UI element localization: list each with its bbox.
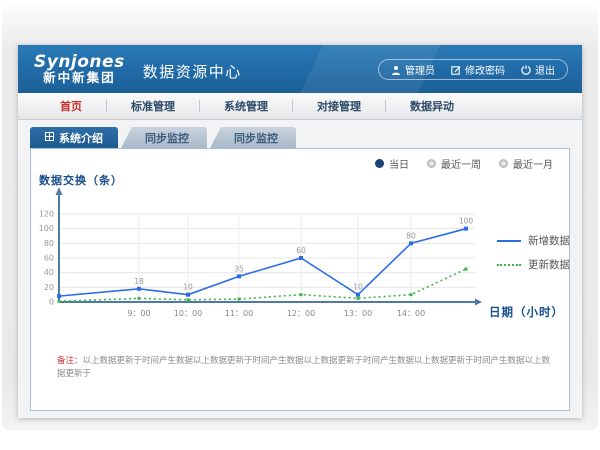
svg-text:35: 35	[234, 264, 244, 273]
nav-item-3[interactable]: 对接管理	[293, 98, 385, 114]
nav-item-4[interactable]: 数据异动	[386, 98, 478, 114]
legend-item-0: 新增数据	[497, 233, 570, 248]
footnote-text: 以上数据更新于时间产生数据以上数据更新于时间产生数据以上数据更新于时间产生数据以…	[57, 356, 550, 379]
company-logo: Synjones 新中新集团	[34, 53, 125, 85]
svg-text:0: 0	[49, 298, 54, 307]
power-icon	[521, 65, 531, 75]
edit-icon	[451, 65, 461, 75]
main-nav: 首页标准管理系统管理对接管理数据异动	[18, 93, 582, 120]
tab-0[interactable]: 系统介绍	[30, 127, 118, 148]
svg-text:11：00: 11：00	[225, 309, 253, 318]
tab-2[interactable]: 同步监控	[210, 127, 296, 148]
time-range-filter: 当日 最近一周 最近一月	[375, 156, 553, 171]
radio-option-0[interactable]: 当日	[375, 156, 409, 171]
user-toolbar: 管理员 修改密码 退出	[378, 59, 568, 80]
footnote-prefix: 备注：	[57, 356, 83, 366]
app-header: Synjones 新中新集团 数据资源中心 管理员 修改密码 退出	[18, 45, 582, 93]
logo-text-en: Synjones	[34, 53, 125, 72]
svg-text:13：00: 13：00	[344, 309, 372, 318]
content-area: 系统介绍 同步监控 同步监控 当日 最近一周 最近一月 数据交换（条） 0 20 40 60 8…	[18, 120, 582, 418]
radio-option-1[interactable]: 最近一周	[427, 156, 481, 171]
svg-text:100: 100	[39, 224, 54, 233]
legend-line-sample	[497, 264, 521, 266]
nav-item-1[interactable]: 标准管理	[107, 98, 199, 114]
svg-text:10: 10	[183, 283, 193, 292]
y-axis-title: 数据交换（条）	[39, 172, 123, 188]
svg-text:12：00: 12：00	[287, 309, 315, 318]
radio-label: 最近一周	[441, 156, 481, 171]
radio-option-2[interactable]: 最近一月	[499, 156, 553, 171]
radio-label: 最近一月	[513, 156, 553, 171]
legend-label: 更新数据	[528, 257, 570, 272]
tab-label: 同步监控	[145, 130, 189, 146]
svg-text:60: 60	[44, 254, 54, 263]
svg-text:9：00: 9：00	[127, 309, 150, 318]
radio-selected-icon	[375, 159, 384, 168]
user-icon	[391, 65, 401, 75]
svg-text:10：00: 10：00	[174, 309, 202, 318]
svg-text:80: 80	[406, 231, 416, 240]
logout-button[interactable]: 退出	[521, 62, 555, 77]
tab-label: 同步监控	[234, 130, 278, 146]
logout-label: 退出	[535, 62, 555, 77]
line-chart: 0 20 40 60 80 100 120 9：00 10：00 11：00 12：00 13：00 1…	[39, 187, 563, 359]
svg-text:120: 120	[39, 210, 54, 219]
radio-unselected-icon	[499, 159, 508, 168]
svg-text:18: 18	[134, 277, 144, 286]
svg-text:40: 40	[44, 268, 54, 277]
nav-item-2[interactable]: 系统管理	[200, 98, 292, 114]
legend-label: 新增数据	[528, 233, 570, 248]
change-password-label: 修改密码	[465, 62, 505, 77]
radio-label: 当日	[389, 156, 409, 171]
chart-legend: 新增数据更新数据	[497, 233, 570, 272]
nav-item-0[interactable]: 首页	[36, 98, 106, 114]
svg-text:80: 80	[44, 239, 54, 248]
legend-line-sample	[497, 240, 521, 242]
legend-item-1: 更新数据	[497, 257, 570, 272]
footnote: 备注：以上数据更新于时间产生数据以上数据更新于时间产生数据以上数据更新于时间产生…	[57, 355, 551, 381]
app-window: Synjones 新中新集团 数据资源中心 管理员 修改密码 退出 首页标	[18, 45, 582, 418]
svg-text:14：00: 14：00	[397, 309, 425, 318]
x-axis-title: 日期（小时）	[489, 304, 564, 320]
radio-unselected-icon	[427, 159, 436, 168]
page-background: Synjones 新中新集团 数据资源中心 管理员 修改密码 退出 首页标	[2, 6, 598, 430]
page-title: 数据资源中心	[143, 57, 242, 82]
svg-text:100: 100	[459, 217, 474, 226]
svg-text:20: 20	[44, 283, 54, 292]
admin-user-label: 管理员	[405, 62, 435, 77]
tab-1[interactable]: 同步监控	[121, 127, 207, 148]
change-password-button[interactable]: 修改密码	[451, 62, 505, 77]
chart-panel: 当日 最近一周 最近一月 数据交换（条） 0 20 40 60 80 100 120 9：00 10…	[30, 148, 570, 411]
svg-text:60: 60	[296, 246, 306, 255]
svg-text:10: 10	[353, 283, 363, 292]
tab-label: 系统介绍	[59, 130, 103, 146]
logo-text-cn: 新中新集团	[34, 71, 125, 85]
grid-icon	[45, 131, 54, 144]
admin-user-button[interactable]: 管理员	[391, 62, 435, 77]
tab-bar: 系统介绍 同步监控 同步监控	[30, 127, 296, 148]
